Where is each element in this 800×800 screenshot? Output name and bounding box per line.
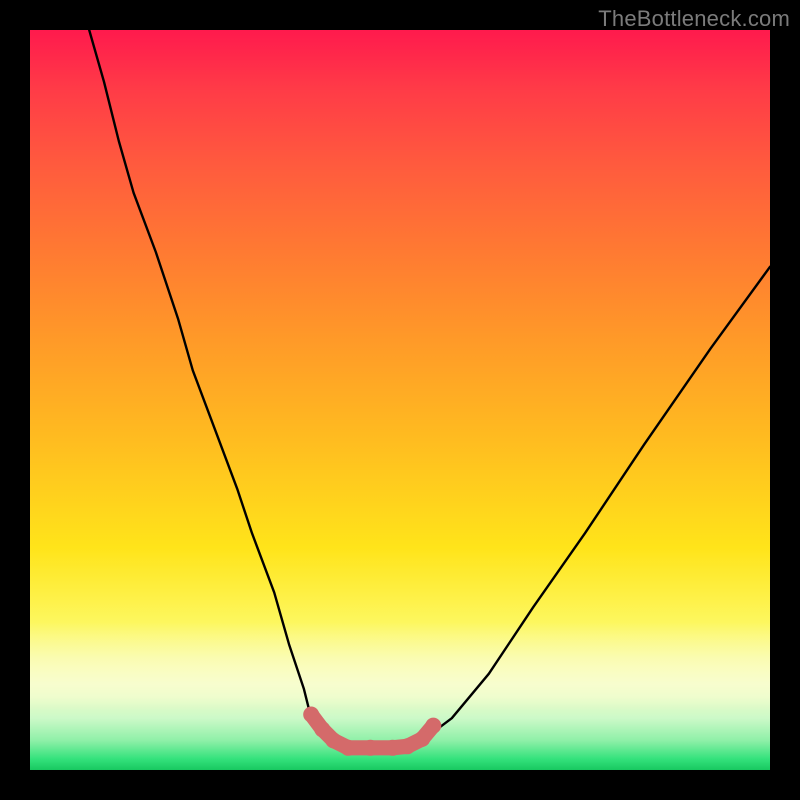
plot-area: [30, 30, 770, 770]
trough-dot: [325, 732, 341, 748]
curve-layer: [30, 30, 770, 770]
trough-dot: [362, 740, 378, 756]
trough-dot: [385, 740, 401, 756]
trough-markers-group: [303, 707, 441, 756]
bottleneck-curve: [89, 30, 770, 748]
watermark-text: TheBottleneck.com: [598, 6, 790, 32]
trough-dot: [340, 740, 356, 756]
chart-frame: TheBottleneck.com: [0, 0, 800, 800]
trough-dot: [399, 738, 415, 754]
trough-dot: [425, 718, 441, 734]
trough-dot: [303, 707, 319, 723]
trough-dot: [414, 731, 430, 747]
